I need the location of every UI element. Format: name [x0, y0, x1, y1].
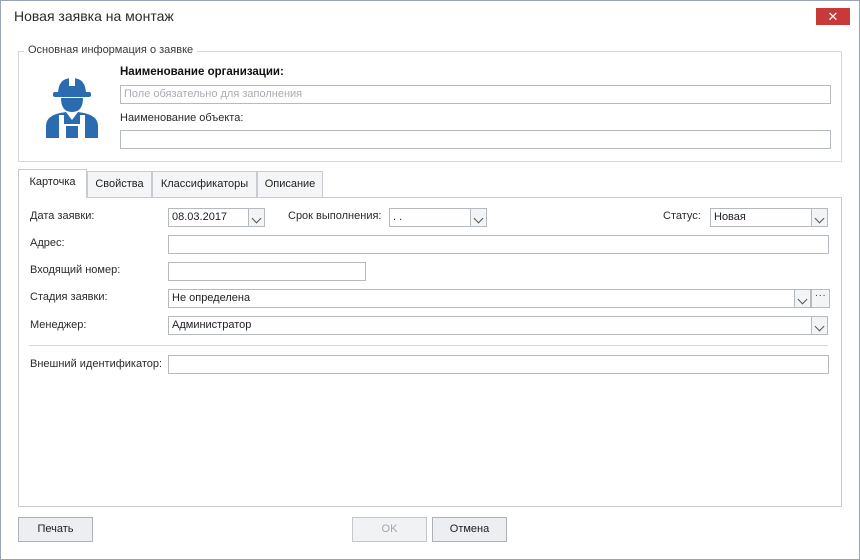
stage-label: Стадия заявки:	[30, 291, 108, 303]
org-name-input[interactable]: Поле обязательно для заполнения	[120, 85, 831, 104]
status-label: Статус:	[663, 210, 701, 222]
ellipsis-icon: ···	[814, 290, 827, 301]
group-legend: Основная информация о заявке	[24, 44, 198, 56]
close-icon: ✕	[827, 9, 839, 24]
stage-select[interactable]: Не определена	[168, 289, 795, 308]
status-select[interactable]: Новая	[710, 208, 812, 227]
tab-card[interactable]: Карточка	[18, 169, 87, 198]
manager-select[interactable]: Администратор	[168, 316, 812, 335]
object-name-input[interactable]	[120, 130, 831, 149]
tab-description[interactable]: Описание	[257, 171, 323, 197]
stage-dropdown-button[interactable]	[794, 289, 811, 308]
deadline-label: Срок выполнения:	[288, 210, 382, 222]
worker-icon	[46, 77, 98, 138]
deadline-dropdown-button[interactable]	[470, 208, 487, 227]
close-button[interactable]: ✕	[816, 8, 850, 25]
org-label: Наименование организации:	[120, 66, 284, 78]
form-separator	[29, 345, 828, 346]
incoming-number-label: Входящий номер:	[30, 264, 121, 276]
external-id-label: Внешний идентификатор:	[30, 358, 163, 370]
cancel-button[interactable]: Отмена	[432, 517, 507, 542]
tab-classifiers[interactable]: Классификаторы	[152, 171, 257, 197]
date-dropdown-button[interactable]	[248, 208, 265, 227]
manager-label: Менеджер:	[30, 319, 87, 331]
ok-button[interactable]: OK	[352, 517, 427, 542]
external-id-input[interactable]	[168, 355, 829, 374]
date-label: Дата заявки:	[30, 210, 95, 222]
deadline-input[interactable]: . .	[389, 208, 471, 227]
object-label: Наименование объекта:	[120, 112, 244, 124]
tab-properties[interactable]: Свойства	[87, 171, 152, 197]
stage-more-button[interactable]: ···	[811, 289, 830, 308]
address-label: Адрес:	[30, 237, 65, 249]
manager-dropdown-button[interactable]	[811, 316, 828, 335]
window-title: Новая заявка на монтаж	[14, 8, 174, 24]
print-button[interactable]: Печать	[18, 517, 93, 542]
status-dropdown-button[interactable]	[811, 208, 828, 227]
incoming-number-input[interactable]	[168, 262, 366, 281]
date-input[interactable]: 08.03.2017	[168, 208, 249, 227]
address-input[interactable]	[168, 235, 829, 254]
title-bar[interactable]: Новая заявка на монтаж ✕	[1, 1, 859, 31]
